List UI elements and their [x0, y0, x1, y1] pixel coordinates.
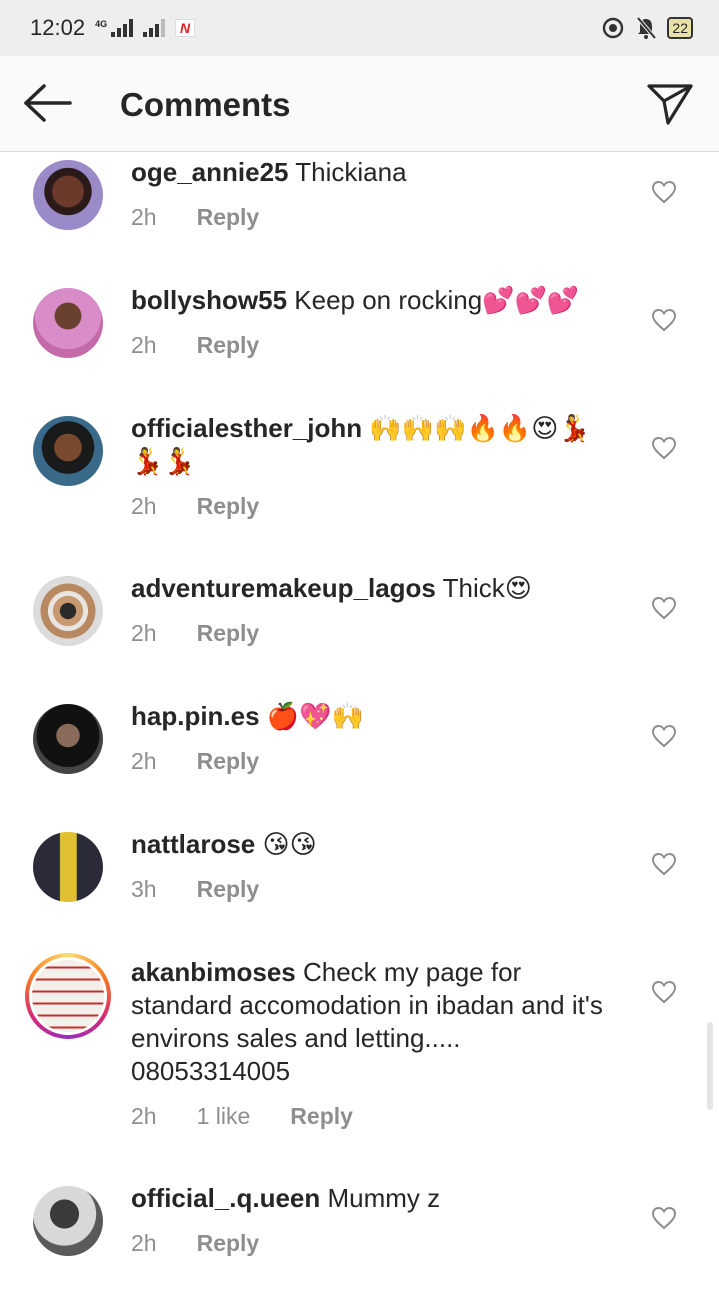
- reply-button[interactable]: Reply: [197, 204, 260, 231]
- comment-username[interactable]: oge_annie25: [131, 157, 289, 187]
- battery-icon: 22: [667, 17, 693, 39]
- direct-send-icon[interactable]: [646, 82, 694, 126]
- reply-button[interactable]: Reply: [290, 1103, 353, 1130]
- comment-text: Keep on rocking💕💕💕: [294, 285, 580, 315]
- comment-time: 2h: [131, 204, 157, 230]
- like-heart-icon[interactable]: [651, 852, 677, 876]
- page-title: Comments: [120, 86, 291, 123]
- comments-header: Comments: [0, 56, 719, 152]
- scrollbar[interactable]: [707, 1022, 713, 1110]
- avatar[interactable]: [33, 576, 103, 646]
- comment-text: Thickiana: [295, 157, 407, 187]
- reply-button[interactable]: Reply: [197, 748, 260, 775]
- like-heart-icon[interactable]: [651, 180, 677, 204]
- avatar[interactable]: [33, 160, 103, 230]
- avatar[interactable]: [33, 416, 103, 486]
- avatar-story-ring[interactable]: [25, 953, 111, 1039]
- data-saver-icon: [603, 17, 624, 39]
- comment-time: 2h: [131, 748, 157, 774]
- avatar[interactable]: [33, 1186, 103, 1256]
- comment-time: 2h: [131, 1103, 157, 1129]
- avatar[interactable]: [33, 288, 103, 358]
- cellular-signal-icon: 4G: [95, 19, 134, 37]
- comment-username[interactable]: adventuremakeup_lagos: [131, 573, 436, 603]
- comment-username[interactable]: officialesther_john: [131, 413, 362, 443]
- comment-time: 2h: [131, 1230, 157, 1256]
- comment-time: 2h: [131, 620, 157, 646]
- like-heart-icon[interactable]: [651, 596, 677, 620]
- reply-button[interactable]: Reply: [197, 332, 260, 359]
- like-heart-icon[interactable]: [651, 724, 677, 748]
- reply-button[interactable]: Reply: [197, 493, 260, 520]
- status-time: 12:02: [30, 15, 86, 40]
- comment-username[interactable]: hap.pin.es: [131, 701, 260, 731]
- news-app-notification-icon: N: [175, 19, 196, 37]
- like-heart-icon[interactable]: [651, 1206, 677, 1230]
- like-count[interactable]: 1 like: [197, 1103, 251, 1130]
- reply-button[interactable]: Reply: [197, 876, 260, 903]
- comment-username[interactable]: nattlarose: [131, 829, 255, 859]
- comment-username[interactable]: official_.q.ueen: [131, 1183, 320, 1213]
- like-heart-icon[interactable]: [651, 308, 677, 332]
- comment-text: 😘😘: [262, 829, 317, 859]
- like-heart-icon[interactable]: [651, 980, 677, 1004]
- mute-notifications-icon: [636, 16, 657, 40]
- comment-time: 3h: [131, 876, 157, 902]
- back-arrow-icon[interactable]: [22, 83, 74, 123]
- reply-button[interactable]: Reply: [197, 620, 260, 647]
- comment-text: 🍎💖🙌: [266, 701, 364, 731]
- comment-time: 2h: [131, 493, 157, 519]
- comment-text: Thick😍: [442, 573, 532, 603]
- reply-button[interactable]: Reply: [197, 1230, 260, 1257]
- avatar: [29, 957, 107, 1035]
- comment-text: Mummy z: [327, 1183, 441, 1213]
- avatar[interactable]: [33, 832, 103, 902]
- comment-username[interactable]: akanbimoses: [131, 957, 296, 987]
- cellular-signal-2-icon: [143, 19, 166, 37]
- like-heart-icon[interactable]: [651, 436, 677, 460]
- avatar[interactable]: [33, 704, 103, 774]
- status-bar: 12:02 4G N 22: [0, 0, 719, 56]
- comment-username[interactable]: bollyshow55: [131, 285, 287, 315]
- comment-time: 2h: [131, 332, 157, 358]
